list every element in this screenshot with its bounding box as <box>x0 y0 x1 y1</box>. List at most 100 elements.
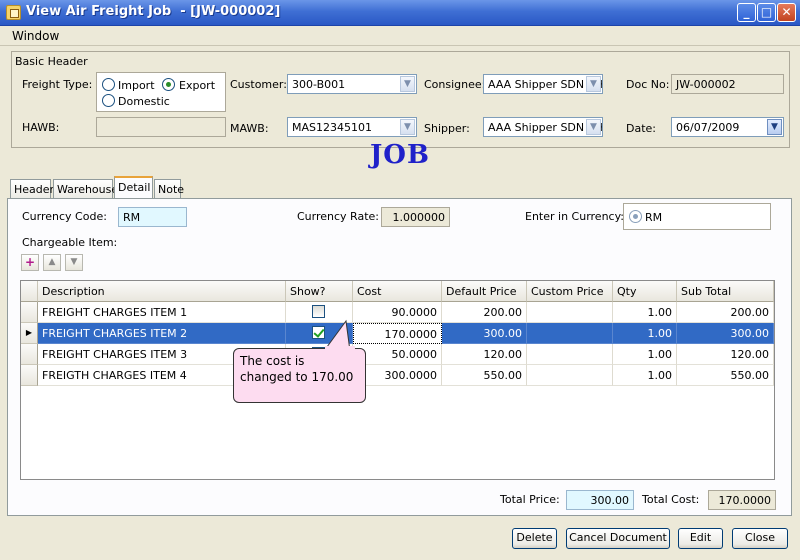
chevron-down-icon[interactable]: ▼ <box>586 76 601 92</box>
currency-rate-label: Currency Rate: <box>297 210 379 223</box>
sub-total-cell[interactable]: 120.00 <box>677 344 774 365</box>
shipper-label: Shipper: <box>424 122 470 135</box>
chevron-down-icon[interactable]: ▼ <box>400 76 415 92</box>
tab-note[interactable]: Note <box>154 179 184 198</box>
freight-type-label: Freight Type: <box>22 78 93 91</box>
default-price-cell[interactable]: 120.00 <box>442 344 527 365</box>
total-price-field: 300.00 <box>566 490 634 510</box>
consignee-label: Consignee: <box>424 78 486 91</box>
default-price-cell[interactable]: 300.00 <box>442 323 527 344</box>
currency-code-field[interactable]: RM <box>118 207 187 227</box>
import-label: Import <box>118 79 155 92</box>
chevron-down-icon[interactable]: ▼ <box>767 119 782 135</box>
export-label: Export <box>179 79 216 92</box>
customer-combo[interactable]: 300-B001 ▼ <box>287 74 417 94</box>
tab-detail[interactable]: Detail <box>114 176 153 198</box>
doc-no-field: JW-000002 <box>671 74 784 94</box>
move-down-icon[interactable]: ▼ <box>65 254 83 271</box>
shipper-combo[interactable]: AAA Shipper SDN BH ▼ <box>483 117 603 137</box>
grid-corner <box>21 281 38 302</box>
description-cell[interactable]: FREIGHT CHARGES ITEM 1 <box>38 302 286 323</box>
col-qty[interactable]: Qty <box>613 281 677 302</box>
maximize-button[interactable]: □ <box>757 3 776 22</box>
col-show[interactable]: Show? <box>286 281 353 302</box>
add-icon[interactable]: + <box>21 254 39 271</box>
callout-note: The cost is changed to 170.00 <box>233 348 366 403</box>
qty-cell[interactable]: 1.00 <box>613 302 677 323</box>
hawb-field <box>96 117 226 137</box>
col-cost[interactable]: Cost <box>353 281 442 302</box>
hawb-label: HAWB: <box>22 121 60 134</box>
custom-price-cell[interactable] <box>527 365 613 386</box>
total-cost-field: 170.0000 <box>708 490 776 510</box>
qty-cell[interactable]: 1.00 <box>613 344 677 365</box>
total-cost-label: Total Cost: <box>642 493 700 506</box>
menu-bar: Window <box>0 26 800 46</box>
rm-radio-label: RM <box>645 211 663 224</box>
show-checkbox[interactable] <box>312 305 325 318</box>
edit-button[interactable]: Edit <box>678 528 723 549</box>
mawb-combo[interactable]: MAS12345101 ▼ <box>287 117 417 137</box>
close-window-button[interactable]: ✕ <box>777 3 796 22</box>
domestic-label: Domestic <box>118 95 170 108</box>
description-cell[interactable]: FREIGHT CHARGES ITEM 2 <box>38 323 286 344</box>
default-price-cell[interactable]: 550.00 <box>442 365 527 386</box>
doc-no-label: Doc No: <box>626 78 670 91</box>
date-value: 06/07/2009 <box>676 121 740 134</box>
rm-radio[interactable] <box>629 210 642 223</box>
sub-total-cell[interactable]: 550.00 <box>677 365 774 386</box>
col-description[interactable]: Description <box>38 281 286 302</box>
mawb-label: MAWB: <box>230 122 269 135</box>
default-price-cell[interactable]: 200.00 <box>442 302 527 323</box>
chargeable-item-label: Chargeable Item: <box>22 236 118 249</box>
app-icon <box>6 5 21 20</box>
cost-cell[interactable]: 170.0000 <box>353 323 442 344</box>
currency-rate-field: 1.000000 <box>381 207 450 227</box>
col-sub-total[interactable]: Sub Total <box>677 281 774 302</box>
custom-price-cell[interactable] <box>527 302 613 323</box>
consignee-combo[interactable]: AAA Shipper SDN BH ▼ <box>483 74 603 94</box>
date-picker[interactable]: 06/07/2009 ▼ <box>671 117 784 137</box>
cost-cell[interactable]: 50.0000 <box>353 344 442 365</box>
col-default-price[interactable]: Default Price <box>442 281 527 302</box>
export-radio[interactable] <box>162 78 175 91</box>
custom-price-cell[interactable] <box>527 344 613 365</box>
title-bar: View Air Freight Job - [JW-000002] _ □ ✕ <box>0 0 800 26</box>
minimize-button[interactable]: _ <box>737 3 756 22</box>
tab-header[interactable]: Header <box>10 179 54 198</box>
row-indicator[interactable] <box>21 344 38 365</box>
charges-grid: Description Show? Cost Default Price Cus… <box>20 280 775 480</box>
close-button[interactable]: Close <box>732 528 788 549</box>
row-indicator[interactable] <box>21 365 38 386</box>
custom-price-cell[interactable] <box>527 323 613 344</box>
menu-window[interactable]: Window <box>12 29 59 43</box>
currency-code-label: Currency Code: <box>22 210 107 223</box>
enter-currency-label: Enter in Currency: <box>525 210 625 223</box>
import-radio[interactable] <box>102 78 115 91</box>
mawb-value: MAS12345101 <box>292 121 372 134</box>
cost-cell[interactable]: 300.0000 <box>353 365 442 386</box>
sub-total-cell[interactable]: 300.00 <box>677 323 774 344</box>
qty-cell[interactable]: 1.00 <box>613 323 677 344</box>
tab-warehouse[interactable]: Warehouse <box>53 179 118 198</box>
sub-total-cell[interactable]: 200.00 <box>677 302 774 323</box>
qty-cell[interactable]: 1.00 <box>613 365 677 386</box>
row-pointer-icon[interactable]: ▶ <box>21 323 38 344</box>
callout-joint <box>325 346 355 350</box>
domestic-radio[interactable] <box>102 94 115 107</box>
cancel-document-button[interactable]: Cancel Document <box>566 528 670 549</box>
cost-cell[interactable]: 90.0000 <box>353 302 442 323</box>
total-price-label: Total Price: <box>500 493 560 506</box>
customer-value: 300-B001 <box>292 78 346 91</box>
chevron-down-icon[interactable]: ▼ <box>586 119 601 135</box>
col-custom-price[interactable]: Custom Price <box>527 281 613 302</box>
window-title: View Air Freight Job - [JW-000002] <box>26 4 281 19</box>
chevron-down-icon[interactable]: ▼ <box>400 119 415 135</box>
basic-header-title: Basic Header <box>15 55 88 68</box>
customer-label: Customer: <box>230 78 287 91</box>
date-label: Date: <box>626 122 656 135</box>
row-indicator[interactable] <box>21 302 38 323</box>
delete-button[interactable]: Delete <box>512 528 557 549</box>
move-up-icon[interactable]: ▲ <box>43 254 61 271</box>
job-watermark: JOB <box>370 140 430 170</box>
